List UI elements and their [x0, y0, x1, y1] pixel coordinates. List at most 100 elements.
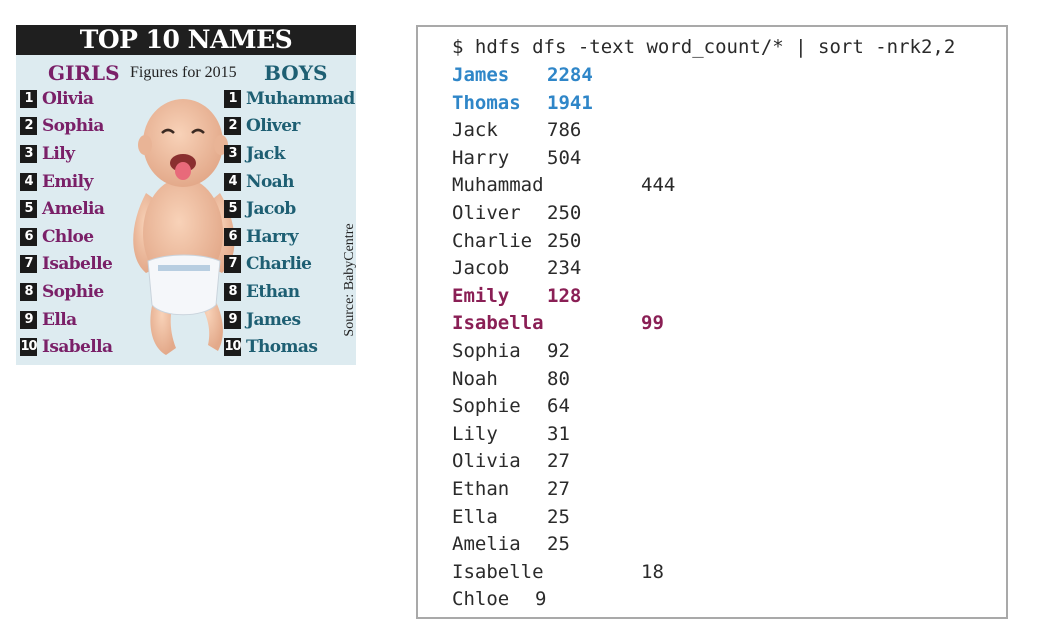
- infographic-title: TOP 10 NAMES: [16, 25, 356, 55]
- terminal-row: James 2284: [452, 63, 952, 87]
- list-item: 5 Amelia: [20, 195, 112, 223]
- boy-name: Charlie: [246, 254, 312, 275]
- row-name: Oliver: [452, 202, 521, 224]
- row-count: 18: [641, 560, 664, 583]
- rank-badge: 2: [20, 117, 37, 136]
- girl-name: Olivia: [42, 88, 94, 109]
- rank-badge: 2: [224, 117, 241, 136]
- list-item: 6 Harry: [224, 223, 355, 251]
- row-name: Ethan: [452, 478, 510, 500]
- terminal-row: Chloe 9: [452, 587, 952, 611]
- terminal-row: Sophia 92: [452, 339, 952, 363]
- rank-badge: 6: [20, 227, 37, 246]
- top-names-infographic: TOP 10 NAMES GIRLS Figures for 2015 BOYS: [16, 25, 356, 365]
- rank-badge: 10: [20, 338, 38, 357]
- terminal-row: Oliver 250: [452, 201, 952, 225]
- list-item: 6 Chloe: [20, 223, 112, 251]
- row-name: Thomas: [452, 91, 521, 114]
- girl-name: Sophie: [42, 281, 104, 302]
- list-item: 4 Noah: [224, 168, 355, 196]
- list-item: 4 Emily: [20, 168, 112, 196]
- row-count: 9: [535, 588, 547, 611]
- list-item: 9 James: [224, 306, 355, 334]
- row-count: 99: [641, 312, 664, 335]
- source-credit: Source: BabyCentre: [342, 223, 356, 337]
- row-name: Lily: [452, 422, 498, 445]
- terminal-row: Sophie 64: [452, 394, 952, 418]
- girl-name: Amelia: [42, 199, 105, 220]
- rank-badge: 3: [224, 144, 241, 163]
- terminal-row: Amelia 25: [452, 532, 952, 556]
- rank-badge: 4: [20, 172, 37, 191]
- terminal-row: Isabella 99: [452, 311, 952, 335]
- row-name: Noah: [452, 367, 498, 390]
- terminal-output-panel[interactable]: $ hdfs dfs -text word_count/* | sort -nr…: [416, 25, 1008, 619]
- row-count: 250: [547, 202, 582, 224]
- list-item: 2 Oliver: [224, 113, 355, 141]
- girl-name: Ella: [42, 309, 77, 330]
- terminal-row: Isabelle 18: [452, 560, 952, 584]
- row-name: Jacob: [452, 257, 510, 280]
- rank-badge: 6: [224, 227, 241, 246]
- girl-name: Chloe: [42, 226, 94, 247]
- girl-name: Sophia: [42, 116, 104, 137]
- girl-name: Emily: [42, 171, 93, 192]
- list-item: 7 Charlie: [224, 251, 355, 279]
- list-item: 1 Muhammad: [224, 85, 355, 113]
- rank-badge: 7: [224, 255, 241, 274]
- boy-name: Oliver: [246, 116, 300, 137]
- list-item: 9 Ella: [20, 306, 112, 334]
- terminal-row: Emily 128: [452, 284, 952, 308]
- row-count: 2284: [547, 64, 593, 86]
- list-item: 2 Sophia: [20, 113, 112, 141]
- boy-name: Thomas: [246, 337, 318, 358]
- row-count: 92: [547, 340, 570, 362]
- row-count: 31: [547, 422, 570, 445]
- boys-list: 1 Muhammad 2 Oliver 3 Jack 4 Noah 5 Jacob 6 Ha…: [224, 85, 355, 361]
- row-name: Charlie: [452, 229, 533, 252]
- rank-badge: 1: [224, 89, 241, 108]
- list-item: 3 Jack: [224, 140, 355, 168]
- girl-name: Lily: [42, 143, 75, 164]
- row-count: 444: [641, 174, 676, 197]
- row-count: 1941: [547, 91, 593, 114]
- girl-name: Isabelle: [42, 254, 113, 275]
- figures-note: Figures for 2015: [130, 64, 237, 81]
- row-count: 234: [547, 257, 582, 280]
- row-name: Harry: [452, 146, 510, 169]
- row-name: Isabelle: [452, 560, 544, 583]
- list-item: 7 Isabelle: [20, 251, 113, 279]
- row-name: Amelia: [452, 533, 521, 556]
- rank-badge: 10: [224, 338, 242, 357]
- rank-badge: 3: [20, 144, 37, 163]
- terminal-row: Harry 504: [452, 146, 952, 170]
- row-name: Sophia: [452, 340, 521, 362]
- boy-name: Ethan: [246, 281, 300, 302]
- terminal-row: Olivia 27: [452, 449, 952, 473]
- row-name: Isabella: [452, 312, 544, 335]
- rank-badge: 9: [224, 310, 241, 329]
- row-name: Muhammad: [452, 174, 544, 197]
- row-count: 250: [547, 229, 582, 252]
- row-count: 27: [547, 478, 570, 500]
- row-count: 25: [547, 505, 570, 528]
- rank-badge: 8: [20, 282, 37, 301]
- terminal-row: Ella 25: [452, 505, 952, 529]
- girl-name: Isabella: [42, 337, 113, 358]
- terminal-row: Jacob 234: [452, 256, 952, 280]
- boy-name: Jacob: [246, 199, 296, 220]
- rank-badge: 8: [224, 282, 241, 301]
- row-count: 504: [547, 146, 582, 169]
- row-name: Sophie: [452, 395, 521, 418]
- rank-badge: 1: [20, 89, 37, 108]
- terminal-row: Thomas 1941: [452, 91, 952, 115]
- rank-badge: 9: [20, 310, 37, 329]
- row-count: 27: [547, 450, 570, 473]
- terminal-row: Muhammad 444: [452, 173, 952, 197]
- row-count: 64: [547, 395, 570, 418]
- rank-badge: 5: [20, 200, 37, 219]
- row-name: Chloe: [452, 588, 510, 611]
- girls-list: 1 Olivia 2 Sophia 3 Lily 4 Emily 5 Amelia 6 Ch…: [20, 85, 113, 361]
- boys-header: BOYS: [264, 61, 328, 85]
- row-name: Emily: [452, 284, 510, 307]
